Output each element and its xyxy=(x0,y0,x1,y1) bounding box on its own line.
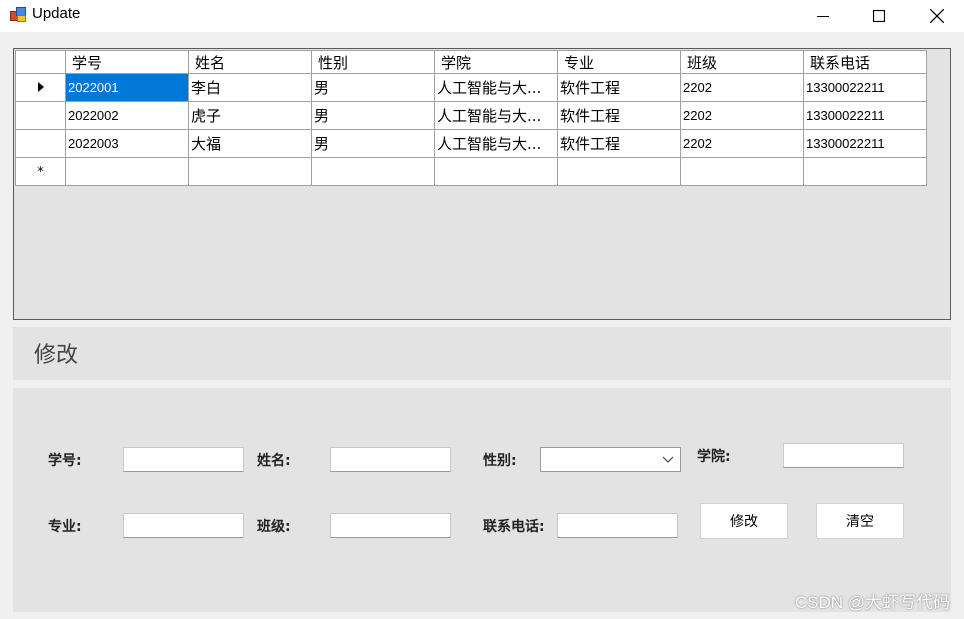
grid-cell[interactable]: 2202 xyxy=(680,129,804,158)
college-label: 学院: xyxy=(697,449,731,465)
class-input[interactable] xyxy=(330,513,451,538)
column-header-college[interactable]: 学院 xyxy=(434,50,558,74)
name-label: 姓名: xyxy=(257,453,291,469)
grid-cell[interactable] xyxy=(803,157,927,186)
edit-form-panel: 学号: 姓名: 性别: 学院: 专业: 班级: 联系电话: 修改 清空 xyxy=(13,388,951,612)
class-label: 班级: xyxy=(257,519,291,535)
grid-cell[interactable]: 软件工程 xyxy=(557,101,681,130)
grid-cell[interactable] xyxy=(557,157,681,186)
grid-cell[interactable]: 男 xyxy=(311,129,435,158)
column-header-major[interactable]: 专业 xyxy=(557,50,681,74)
grid-cell[interactable]: 2022001 xyxy=(65,73,189,102)
id-input[interactable] xyxy=(123,447,244,472)
edit-heading: 修改 xyxy=(34,343,79,368)
grid-cell[interactable]: 2022002 xyxy=(65,101,189,130)
grid-cell[interactable]: 人工智能与大... xyxy=(434,73,558,102)
grid-corner-cell xyxy=(15,50,66,74)
new-row-asterisk-icon: * xyxy=(37,164,44,180)
column-header-phone[interactable]: 联系电话 xyxy=(803,50,927,74)
table-row[interactable]: 2022002 虎子 男 人工智能与大... 软件工程 2202 1330002… xyxy=(15,101,927,130)
phone-label: 联系电话: xyxy=(483,519,545,535)
major-input[interactable] xyxy=(123,513,244,538)
column-header-gender[interactable]: 性别 xyxy=(311,50,435,74)
new-row[interactable]: * xyxy=(15,157,927,186)
watermark: CSDN @大虾写代码 xyxy=(794,593,950,612)
edit-heading-panel: 修改 xyxy=(13,327,951,380)
table-row[interactable]: 2022001 李白 男 人工智能与大... 软件工程 2202 1330002… xyxy=(15,73,927,102)
grid-cell[interactable]: 2202 xyxy=(680,101,804,130)
chevron-down-icon xyxy=(662,456,674,463)
grid-cell[interactable]: 2022003 xyxy=(65,129,189,158)
row-header[interactable] xyxy=(15,101,66,130)
grid-cell[interactable]: 虎子 xyxy=(188,101,312,130)
window-title: Update xyxy=(32,5,81,22)
minimize-button[interactable] xyxy=(800,0,846,32)
close-icon xyxy=(930,9,944,23)
grid-cell[interactable] xyxy=(434,157,558,186)
grid-cell[interactable]: 男 xyxy=(311,101,435,130)
grid-cell[interactable] xyxy=(311,157,435,186)
phone-input[interactable] xyxy=(557,513,678,538)
grid-cell[interactable]: 13300022211 xyxy=(803,129,927,158)
grid-cell[interactable]: 李白 xyxy=(188,73,312,102)
grid-cell[interactable]: 2202 xyxy=(680,73,804,102)
grid-cell[interactable]: 13300022211 xyxy=(803,73,927,102)
id-label: 学号: xyxy=(48,453,82,469)
current-row-arrow-icon xyxy=(37,81,44,92)
row-header[interactable] xyxy=(15,129,66,158)
app-icon xyxy=(10,7,27,23)
maximize-button[interactable] xyxy=(856,0,902,32)
grid-cell[interactable] xyxy=(680,157,804,186)
grid-table: 学号 姓名 性别 学院 专业 班级 联系电话 2022001 李白 男 人工智能… xyxy=(15,50,927,186)
maximize-icon xyxy=(873,10,885,22)
gender-label: 性别: xyxy=(483,453,517,469)
grid-cell[interactable]: 13300022211 xyxy=(803,101,927,130)
grid-cell[interactable] xyxy=(65,157,189,186)
minimize-icon xyxy=(817,16,829,17)
grid-header-row: 学号 姓名 性别 学院 专业 班级 联系电话 xyxy=(15,50,927,74)
gender-select[interactable] xyxy=(540,447,681,472)
clear-button[interactable]: 清空 xyxy=(816,503,904,539)
close-button[interactable] xyxy=(914,0,960,32)
column-header-id[interactable]: 学号 xyxy=(65,50,189,74)
grid-cell[interactable]: 大福 xyxy=(188,129,312,158)
title-bar: Update xyxy=(0,0,964,32)
row-header-current[interactable] xyxy=(15,73,66,102)
grid-cell[interactable]: 软件工程 xyxy=(557,129,681,158)
college-input[interactable] xyxy=(783,443,904,468)
major-label: 专业: xyxy=(48,519,82,535)
grid-cell[interactable]: 男 xyxy=(311,73,435,102)
grid-cell[interactable]: 人工智能与大... xyxy=(434,101,558,130)
new-row-header[interactable]: * xyxy=(15,157,66,186)
table-row[interactable]: 2022003 大福 男 人工智能与大... 软件工程 2202 1330002… xyxy=(15,129,927,158)
name-input[interactable] xyxy=(330,447,451,472)
update-button[interactable]: 修改 xyxy=(700,503,788,539)
grid-cell[interactable]: 人工智能与大... xyxy=(434,129,558,158)
grid-cell[interactable] xyxy=(188,157,312,186)
column-header-class[interactable]: 班级 xyxy=(680,50,804,74)
grid-cell[interactable]: 软件工程 xyxy=(557,73,681,102)
student-data-grid[interactable]: 学号 姓名 性别 学院 专业 班级 联系电话 2022001 李白 男 人工智能… xyxy=(13,48,951,320)
column-header-name[interactable]: 姓名 xyxy=(188,50,312,74)
